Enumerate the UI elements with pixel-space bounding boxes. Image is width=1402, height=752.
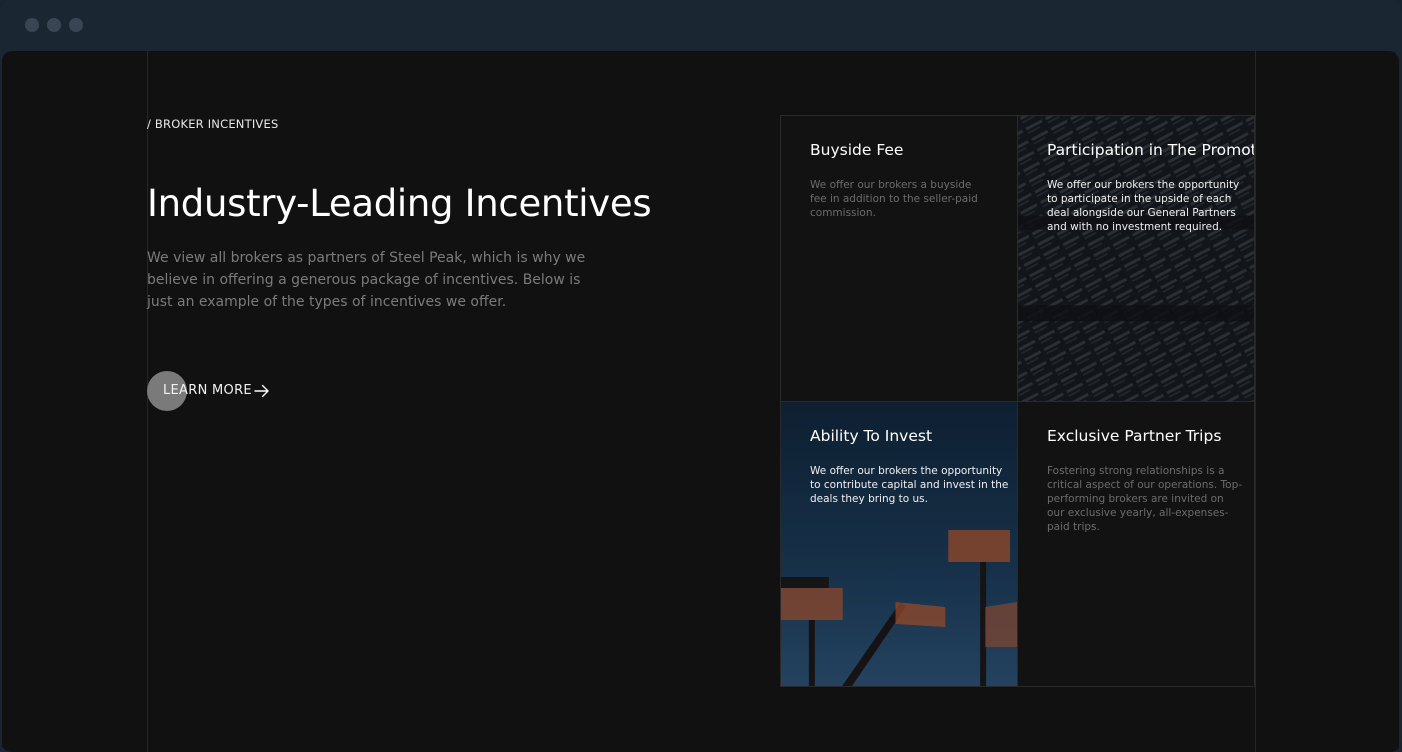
learn-more-label: LEARN MORE [163,383,252,398]
card-description: We offer our brokers the opportunity to … [1047,179,1240,233]
page-content: / BROKER INCENTIVES Industry-Leading Inc… [2,51,1399,752]
section-eyebrow: / BROKER INCENTIVES [147,117,279,131]
card-description: We offer our brokers the opportunity to … [810,465,1009,505]
window-titlebar [0,0,1402,50]
section-intro: We view all brokers as partners of Steel… [147,250,586,310]
window-close-button[interactable] [25,18,39,32]
card-title: Exclusive Partner Trips [1047,427,1222,445]
card-title: Buyside Fee [810,141,904,159]
window-maximize-button[interactable] [69,18,83,32]
card-description: Fostering strong relationships is a crit… [1047,465,1243,533]
window-minimize-button[interactable] [47,18,61,32]
incentive-card-participation: Participation in The Promote We offer ou… [1018,116,1255,402]
incentive-card-partner-trips: Exclusive Partner Trips Fostering strong… [1018,402,1254,686]
learn-more-button[interactable]: LEARN MORE [147,371,287,411]
card-title: Ability To Invest [810,427,933,445]
card-title: Participation in The Promote [1047,141,1255,159]
incentive-card-ability-to-invest: Ability To Invest We offer our brokers t… [781,402,1018,686]
incentives-grid: Buyside Fee We offer our brokers a buysi… [780,115,1255,687]
browser-window: / BROKER INCENTIVES Industry-Leading Inc… [0,0,1402,752]
card-description: We offer our brokers a buyside fee in ad… [810,179,978,219]
incentive-card-buyside-fee: Buyside Fee We offer our brokers a buysi… [781,116,1018,402]
section-headline: Industry-Leading Incentives [147,182,652,225]
layout-guide-line-right [1255,51,1256,752]
arrow-right-icon [254,384,269,398]
